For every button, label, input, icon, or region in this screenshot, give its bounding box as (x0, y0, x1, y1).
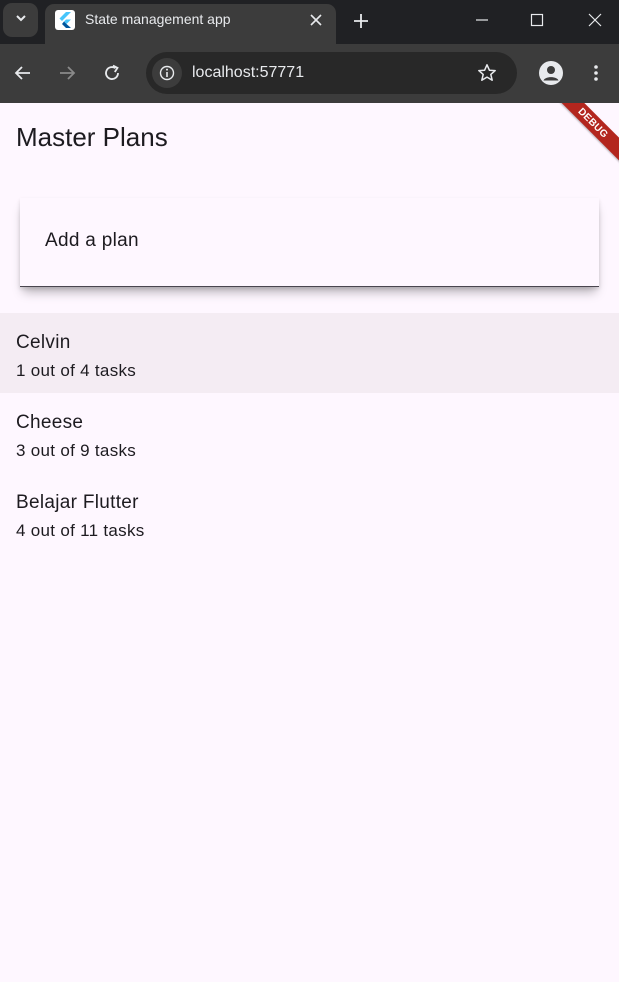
site-info-icon[interactable] (152, 58, 182, 88)
new-tab-icon[interactable] (348, 8, 374, 34)
profile-icon[interactable] (536, 58, 566, 88)
plan-progress: 4 out of 11 tasks (16, 521, 145, 540)
plan-name: Belajar Flutter (16, 492, 139, 513)
browser-toolbar: localhost:57771 (0, 44, 619, 103)
more-menu-icon[interactable] (581, 58, 611, 88)
chevron-down-icon (14, 11, 28, 30)
address-bar[interactable]: localhost:57771 (146, 52, 517, 94)
reload-icon[interactable] (97, 58, 127, 88)
tab-title: State management app (85, 11, 231, 27)
flutter-icon (55, 10, 75, 30)
add-plan-field[interactable] (20, 198, 599, 287)
plan-list: Celvin 1 out of 4 tasks Cheese 3 out of … (0, 313, 619, 553)
app-viewport: Master Plans DEBUG Celvin 1 out of 4 tas… (0, 103, 619, 982)
bookmark-star-icon[interactable] (475, 61, 499, 85)
page-title: Master Plans (16, 122, 168, 152)
debug-banner: DEBUG (553, 103, 619, 163)
tab-search-button[interactable] (3, 3, 38, 37)
maximize-icon[interactable] (522, 6, 552, 34)
minimize-icon[interactable] (467, 6, 497, 34)
browser-tabstrip: State management app (0, 0, 619, 44)
url-text[interactable]: localhost:57771 (192, 64, 304, 82)
forward-arrow-icon[interactable] (52, 58, 82, 88)
plan-item-celvin[interactable]: Celvin 1 out of 4 tasks (0, 313, 619, 393)
plan-progress: 1 out of 4 tasks (16, 361, 137, 380)
back-arrow-icon[interactable] (8, 58, 38, 88)
plan-name: Cheese (16, 412, 84, 433)
plan-name: Celvin (16, 332, 71, 353)
close-tab-icon[interactable] (305, 9, 327, 31)
browser-tab[interactable]: State management app (45, 4, 336, 44)
plan-item-belajar-flutter[interactable]: Belajar Flutter 4 out of 11 tasks (0, 473, 619, 553)
plan-progress: 3 out of 9 tasks (16, 441, 137, 460)
add-plan-input[interactable] (45, 226, 565, 256)
debug-banner-label: DEBUG (575, 105, 611, 141)
close-window-icon[interactable] (580, 6, 610, 34)
plan-item-cheese[interactable]: Cheese 3 out of 9 tasks (0, 393, 619, 473)
